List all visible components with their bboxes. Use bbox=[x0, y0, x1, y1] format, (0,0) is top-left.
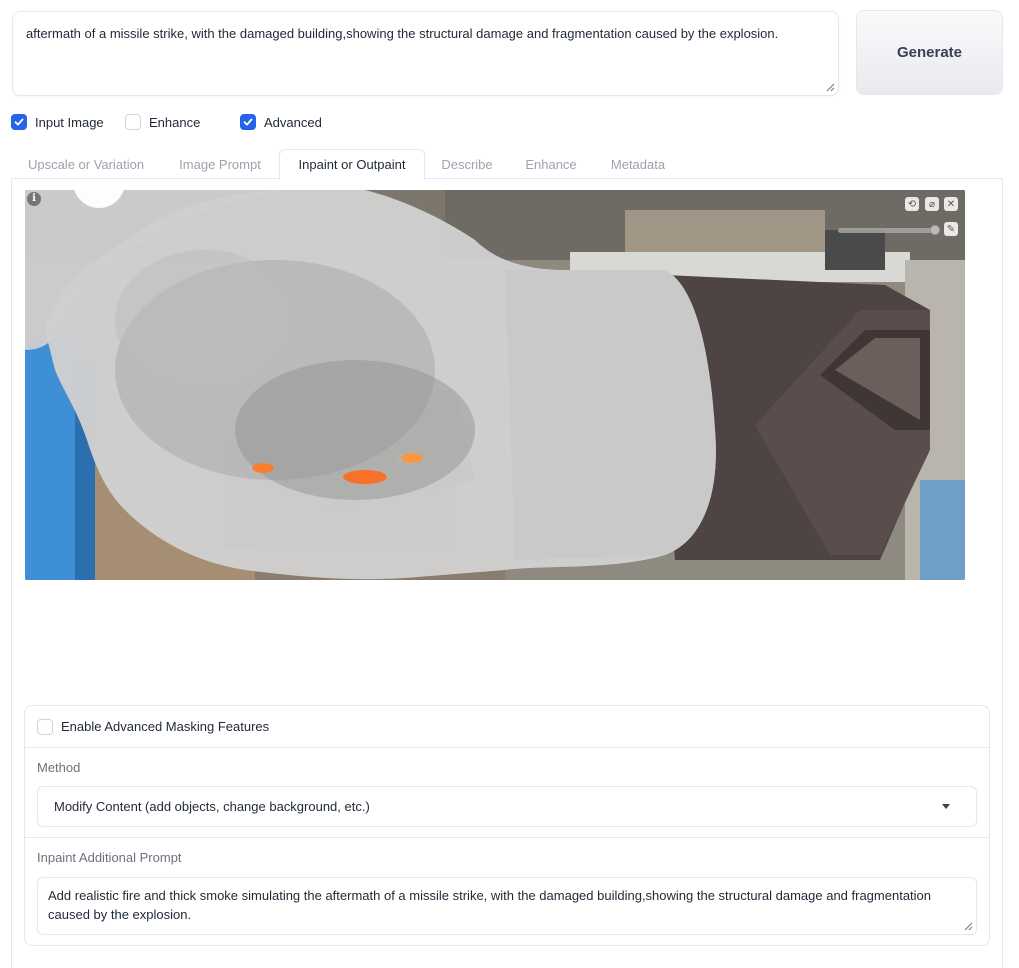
clear-icon[interactable]: ⌀ bbox=[925, 197, 939, 211]
tab-image-prompt[interactable]: Image Prompt bbox=[169, 149, 271, 179]
resize-grip-icon[interactable] bbox=[826, 83, 835, 92]
chevron-down-icon bbox=[942, 804, 950, 809]
input-image-label: Input Image bbox=[35, 114, 104, 130]
brush-icon[interactable]: ✎ bbox=[944, 222, 958, 236]
close-icon[interactable]: ✕ bbox=[944, 197, 958, 211]
input-image-checkbox[interactable] bbox=[11, 114, 27, 130]
inpaint-additional-prompt-text: Add realistic fire and thick smoke simul… bbox=[48, 888, 932, 922]
checkmark-icon bbox=[243, 118, 253, 126]
enhance-label: Enhance bbox=[149, 114, 201, 130]
enhance-checkbox[interactable] bbox=[125, 114, 141, 130]
input-image-option[interactable]: Input Image bbox=[11, 113, 104, 131]
method-selected-value: Modify Content (add objects, change back… bbox=[54, 799, 370, 814]
aerial-photo-image[interactable] bbox=[25, 190, 965, 580]
tab-metadata[interactable]: Metadata bbox=[603, 149, 673, 179]
tab-upscale-or-variation[interactable]: Upscale or Variation bbox=[15, 149, 157, 179]
enhance-option[interactable]: Enhance bbox=[125, 113, 200, 131]
brush-size-slider-handle[interactable] bbox=[930, 225, 940, 235]
info-icon[interactable]: i bbox=[27, 192, 41, 206]
generate-button[interactable]: Generate bbox=[856, 10, 1003, 95]
tab-describe[interactable]: Describe bbox=[435, 149, 499, 179]
prompt-textarea[interactable]: aftermath of a missile strike, with the … bbox=[12, 11, 839, 96]
enable-advanced-masking-checkbox[interactable] bbox=[37, 718, 53, 735]
inpaint-canvas[interactable] bbox=[25, 190, 965, 580]
advanced-checkbox[interactable] bbox=[240, 114, 256, 130]
resize-grip-icon[interactable] bbox=[964, 922, 973, 931]
enable-advanced-masking-label: Enable Advanced Masking Features bbox=[61, 719, 270, 734]
brush-size-slider[interactable] bbox=[838, 225, 940, 235]
method-label: Method bbox=[37, 760, 81, 775]
advanced-option[interactable]: Advanced bbox=[240, 113, 322, 131]
method-dropdown[interactable]: Modify Content (add objects, change back… bbox=[37, 786, 977, 827]
advanced-label: Advanced bbox=[264, 114, 322, 130]
tab-bar: Upscale or Variation Image Prompt Inpain… bbox=[11, 149, 1003, 180]
masking-panel: Enable Advanced Masking Features Method … bbox=[24, 705, 990, 946]
undo-icon[interactable]: ⟲ bbox=[905, 197, 919, 211]
tab-inpaint-or-outpaint[interactable]: Inpaint or Outpaint bbox=[279, 149, 425, 180]
inpaint-additional-prompt-input[interactable]: Add realistic fire and thick smoke simul… bbox=[37, 877, 977, 935]
divider bbox=[25, 837, 989, 838]
inpaint-additional-prompt-label: Inpaint Additional Prompt bbox=[37, 850, 182, 865]
enable-advanced-masking-option[interactable]: Enable Advanced Masking Features bbox=[25, 706, 989, 748]
tab-enhance[interactable]: Enhance bbox=[519, 149, 583, 179]
checkmark-icon bbox=[14, 118, 24, 126]
prompt-text[interactable]: aftermath of a missile strike, with the … bbox=[26, 24, 818, 43]
